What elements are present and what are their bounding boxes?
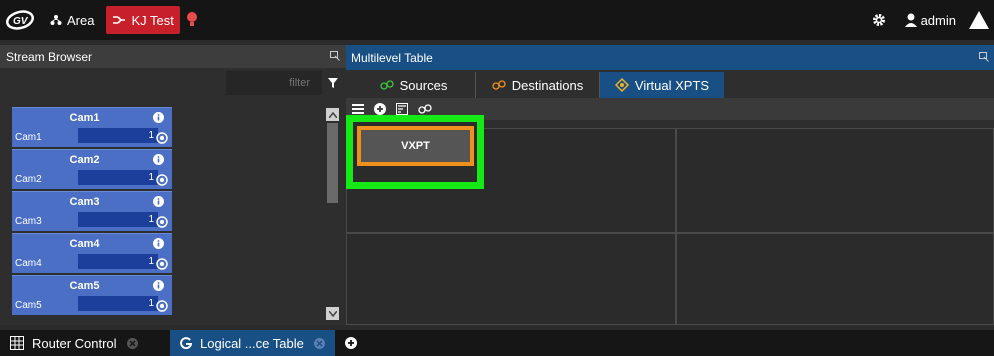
stream-item-cam1[interactable]: Cam1 Cam1 1 — [12, 107, 172, 147]
scroll-down-icon[interactable] — [326, 307, 339, 320]
target-icon[interactable] — [156, 258, 168, 270]
list-icon[interactable] — [352, 104, 364, 114]
stream-item-cam2[interactable]: Cam2 Cam2 1 — [12, 149, 172, 189]
scroll-up-icon[interactable] — [326, 108, 339, 121]
stream-item-value[interactable]: 1 — [78, 296, 158, 311]
tab-label: Router Control — [32, 335, 117, 351]
add-circle-icon[interactable] — [374, 103, 386, 115]
stream-browser-header: Stream Browser — [0, 45, 346, 68]
info-icon[interactable] — [153, 238, 164, 249]
vxpt-cell[interactable] — [346, 233, 676, 325]
area-label: Area — [67, 12, 95, 28]
info-icon[interactable] — [153, 154, 164, 165]
stream-item-title: Cam3 — [69, 196, 100, 208]
area-tree-icon — [50, 14, 62, 26]
user-icon — [904, 13, 917, 27]
link-icon[interactable] — [418, 104, 432, 114]
grid-icon — [10, 336, 24, 350]
table-tabs: Sources Destinations Virtual XPTS — [346, 70, 994, 98]
stream-item-title: Cam4 — [69, 238, 100, 250]
stream-item-title: Cam2 — [69, 154, 100, 166]
vxpt-button[interactable]: VXPT — [357, 126, 474, 166]
info-icon[interactable] — [153, 280, 164, 291]
stream-item-cam5[interactable]: Cam5 Cam5 1 — [12, 275, 172, 315]
stream-item-cam4[interactable]: Cam4 Cam4 1 — [12, 233, 172, 273]
router-icon — [112, 14, 126, 26]
stream-browser-panel: Stream Browser Cam1 Cam1 1 Cam2 Cam2 1 C… — [0, 45, 346, 325]
stream-item-sub: Cam5 — [15, 300, 42, 311]
multilevel-table-header: Multilevel Table — [346, 45, 994, 70]
vxpt-highlight: VXPT — [346, 115, 484, 189]
area-menu[interactable]: Area — [44, 6, 100, 34]
stream-item-sub: Cam1 — [15, 132, 42, 143]
tab-label: Sources — [399, 77, 448, 93]
target-icon[interactable] — [156, 216, 168, 228]
tab-virtual-xpts[interactable]: Virtual XPTS — [600, 72, 724, 98]
target-icon[interactable] — [156, 132, 168, 144]
tab-label: Logical ...ce Table — [200, 335, 304, 351]
stream-item-title: Cam5 — [69, 280, 100, 292]
vxpt-cell[interactable] — [676, 128, 994, 233]
warning-triangle-icon[interactable] — [964, 10, 994, 30]
filter-funnel-icon[interactable] — [328, 78, 338, 88]
stream-item-sub: Cam2 — [15, 174, 42, 185]
alarm-bulb-icon[interactable] — [186, 11, 198, 29]
stream-list-scrollbar[interactable] — [326, 108, 339, 320]
gv-logo-icon[interactable]: GV — [0, 0, 40, 40]
tab-label: Destinations — [511, 77, 584, 93]
stream-browser-title: Stream Browser — [6, 49, 93, 64]
info-icon[interactable] — [153, 196, 164, 207]
bottom-tab-bar: Router Control Logical ...ce Table — [0, 330, 994, 356]
add-tab-icon[interactable] — [345, 337, 357, 349]
svg-text:GV: GV — [13, 16, 29, 27]
gear-icon[interactable] — [871, 12, 887, 28]
multilevel-table-panel: Multilevel Table Sources Destinations Vi… — [346, 45, 994, 325]
close-icon[interactable] — [126, 337, 138, 349]
stream-list: Cam1 Cam1 1 Cam2 Cam2 1 Cam3 Cam3 1 Cam4… — [12, 107, 172, 322]
multilevel-table-title: Multilevel Table — [351, 50, 433, 65]
stream-item-value[interactable]: 1 — [78, 212, 158, 227]
expand-panel-icon[interactable] — [979, 52, 989, 62]
stream-item-title: Cam1 — [69, 112, 100, 124]
kj-test-tab[interactable]: KJ Test — [106, 6, 180, 34]
target-icon[interactable] — [156, 300, 168, 312]
sources-icon — [379, 80, 394, 90]
virtual-xpts-icon — [614, 78, 629, 92]
target-icon[interactable] — [156, 174, 168, 186]
tab-router-control[interactable]: Router Control — [0, 330, 170, 356]
table-edit-icon[interactable] — [396, 103, 408, 115]
stream-item-value[interactable]: 1 — [78, 170, 158, 185]
expand-panel-icon[interactable] — [330, 51, 340, 61]
close-icon[interactable] — [313, 337, 325, 349]
scroll-thumb[interactable] — [327, 123, 338, 203]
tab-sources[interactable]: Sources — [352, 72, 476, 98]
top-bar: GV Area KJ Test admin — [0, 0, 994, 40]
vxpt-cell[interactable] — [676, 233, 994, 325]
stream-item-value[interactable]: 1 — [78, 254, 158, 269]
tab-logical-table[interactable]: Logical ...ce Table — [170, 330, 335, 356]
stream-item-sub: Cam4 — [15, 258, 42, 269]
tab-label: Virtual XPTS — [634, 77, 710, 93]
info-icon[interactable] — [153, 112, 164, 123]
user-menu[interactable]: admin — [904, 12, 956, 28]
stream-item-sub: Cam3 — [15, 216, 42, 227]
vxpt-label: VXPT — [401, 140, 430, 152]
logical-g-icon — [180, 337, 192, 349]
destinations-icon — [492, 80, 506, 90]
kj-test-label: KJ Test — [131, 12, 174, 28]
filter-input[interactable] — [226, 71, 322, 95]
tab-destinations[interactable]: Destinations — [476, 72, 600, 98]
stream-item-value[interactable]: 1 — [78, 128, 158, 143]
stream-item-cam3[interactable]: Cam3 Cam3 1 — [12, 191, 172, 231]
admin-label: admin — [920, 12, 956, 28]
